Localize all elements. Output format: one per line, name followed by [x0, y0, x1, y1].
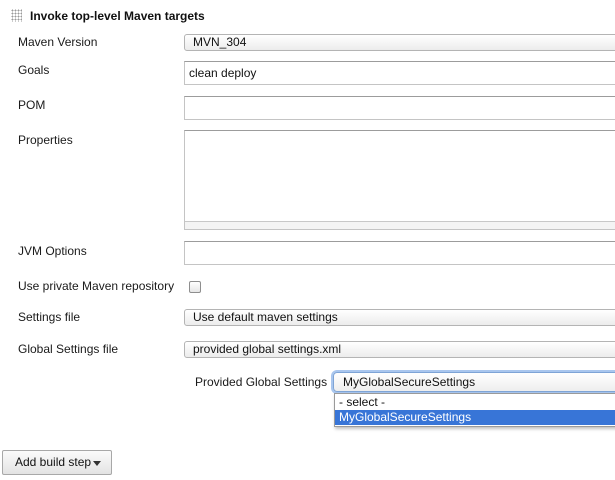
settings-file-label: Settings file [18, 310, 81, 324]
section-title: Invoke top-level Maven targets [30, 9, 205, 23]
provided-global-settings-select[interactable]: MyGlobalSecureSettings [333, 372, 615, 392]
section-header: Invoke top-level Maven targets [0, 0, 615, 30]
provided-global-settings-label: Provided Global Settings [195, 375, 328, 389]
private-repo-label: Use private Maven repository [18, 279, 175, 293]
provided-global-settings-dropdown: - select - MyGlobalSecureSettings [334, 393, 615, 427]
dropdown-option-select[interactable]: - select - [335, 395, 615, 410]
drag-handle-icon[interactable] [11, 9, 22, 22]
private-repo-checkbox[interactable] [189, 281, 201, 293]
pom-input[interactable] [184, 96, 615, 120]
settings-file-select[interactable]: Use default maven settings [184, 309, 615, 326]
goals-input[interactable]: clean deploy [184, 61, 615, 85]
global-settings-file-label: Global Settings file [18, 342, 119, 356]
pom-label: POM [18, 98, 46, 112]
properties-label: Properties [18, 133, 73, 147]
dropdown-option-myglobalsecuresettings[interactable]: MyGlobalSecureSettings [335, 410, 615, 425]
chevron-down-icon [93, 461, 101, 466]
jvm-options-input[interactable] [184, 241, 615, 265]
jvm-options-label: JVM Options [18, 244, 87, 258]
goals-label: Goals [18, 63, 50, 77]
maven-version-label: Maven Version [18, 35, 98, 49]
add-build-step-button[interactable]: Add build step [2, 450, 112, 475]
add-build-step-label: Add build step [15, 455, 92, 469]
maven-version-select[interactable]: MVN_304 [184, 34, 615, 51]
properties-textarea[interactable] [184, 130, 615, 230]
properties-scrollbar[interactable] [185, 221, 615, 229]
global-settings-file-select[interactable]: provided global settings.xml [184, 341, 615, 358]
